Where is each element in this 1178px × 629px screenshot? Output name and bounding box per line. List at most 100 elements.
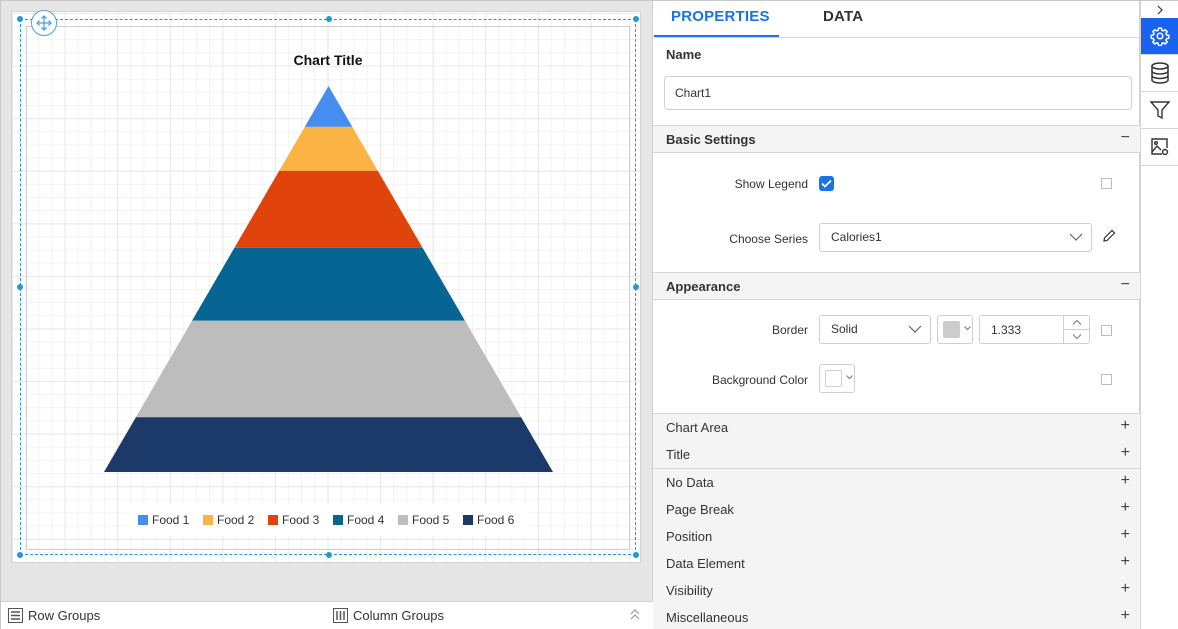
chevron-right-icon <box>1157 5 1163 14</box>
legend-marker <box>268 515 278 525</box>
section-data-element[interactable]: Data Element + <box>653 550 1140 578</box>
background-color-picker[interactable] <box>819 364 855 393</box>
row-groups-label: Row Groups <box>28 608 101 623</box>
expand-icon[interactable]: + <box>1121 607 1130 625</box>
chart-title: Chart Title <box>294 52 363 68</box>
name-input[interactable] <box>664 76 1132 110</box>
checkmark-icon <box>821 179 832 188</box>
design-canvas: Chart Title Food 1 Food 2 Food 3 Food 4 Food… <box>1 1 653 601</box>
expand-icon[interactable]: + <box>1121 444 1130 462</box>
chevron-down-icon <box>964 326 971 331</box>
expand-icon[interactable]: + <box>1121 580 1130 598</box>
choose-series-label: Choose Series <box>729 232 808 246</box>
section-title: Position <box>666 529 713 544</box>
section-no-data[interactable]: No Data + <box>653 469 1140 497</box>
filter-button[interactable] <box>1141 92 1178 129</box>
choose-series-dropdown[interactable]: Calories1 <box>819 223 1092 252</box>
report-designer: Chart Title Food 1 Food 2 Food 3 Food 4 Food… <box>0 0 1178 629</box>
pyramid-segment-4[interactable] <box>192 247 465 321</box>
collapse-panel-button[interactable] <box>1141 1 1178 18</box>
chevron-down-icon <box>846 375 853 380</box>
border-label: Border <box>771 323 808 337</box>
image-settings-icon <box>1151 138 1169 156</box>
background-color-label: Background Color <box>711 373 808 387</box>
filter-icon <box>1150 101 1170 120</box>
pyramid-segment-3[interactable] <box>234 170 423 248</box>
legend-marker <box>333 515 343 525</box>
pyramid-segments <box>104 86 553 472</box>
expand-icon[interactable]: + <box>1121 472 1130 490</box>
legend-label[interactable]: Food 6 <box>477 513 515 527</box>
legend-label[interactable]: Food 4 <box>347 513 385 527</box>
section-appearance[interactable]: Appearance − <box>653 272 1140 300</box>
gear-icon <box>1150 27 1170 46</box>
column-groups-label: Column Groups <box>353 608 445 623</box>
properties-panel: PROPERTIES DATA Name Basic Settings − Sh… <box>653 1 1140 629</box>
legend-marker <box>398 515 408 525</box>
section-position[interactable]: Position + <box>653 523 1140 551</box>
show-legend-checkbox[interactable] <box>819 176 834 191</box>
expand-groups-button[interactable] <box>629 608 641 627</box>
pyramid-chart: Chart Title Food 1 Food 2 Food 3 Food 4 Food… <box>104 52 553 536</box>
pyramid-segment-2[interactable] <box>279 126 378 171</box>
collapse-icon[interactable]: − <box>1121 276 1130 294</box>
border-color-swatch <box>943 321 960 338</box>
border-width-spinner <box>1063 316 1090 343</box>
section-title-props[interactable]: Title + <box>653 441 1140 469</box>
expand-icon[interactable]: + <box>1121 526 1130 544</box>
chevron-down-icon <box>908 325 922 333</box>
border-width-input[interactable]: 1.333 <box>979 315 1090 344</box>
pyramid-segment-5[interactable] <box>135 320 522 418</box>
properties-settings-button[interactable] <box>1141 18 1178 55</box>
border-width-value: 1.333 <box>991 323 1022 337</box>
column-groups-button[interactable]: Column Groups <box>333 608 444 623</box>
legend-label[interactable]: Food 5 <box>412 513 450 527</box>
panel-tabs: PROPERTIES DATA <box>653 1 1140 38</box>
show-legend-expression-checkbox[interactable] <box>1101 178 1112 189</box>
background-color-expression-checkbox[interactable] <box>1101 374 1112 385</box>
border-expression-checkbox[interactable] <box>1101 325 1112 336</box>
section-miscellaneous[interactable]: Miscellaneous + <box>653 604 1140 629</box>
section-title: Appearance <box>666 279 741 294</box>
section-title: Page Break <box>666 502 734 517</box>
section-chart-area[interactable]: Chart Area + <box>653 414 1140 442</box>
data-source-button[interactable] <box>1141 55 1178 92</box>
expand-icon[interactable]: + <box>1121 499 1130 517</box>
tab-properties[interactable]: PROPERTIES <box>671 8 770 25</box>
section-visibility[interactable]: Visibility + <box>653 577 1140 605</box>
border-style-dropdown[interactable]: Solid <box>819 315 931 344</box>
chevron-down-icon <box>1069 233 1083 241</box>
edit-series-button[interactable] <box>1101 228 1117 249</box>
spin-down-icon[interactable] <box>1072 333 1082 340</box>
groups-bar: Row Groups Column Groups <box>1 601 653 629</box>
pyramid-segment-6[interactable] <box>104 417 553 472</box>
pencil-icon <box>1103 229 1116 242</box>
expand-icon[interactable]: + <box>1121 553 1130 571</box>
spin-up-icon[interactable] <box>1072 319 1082 326</box>
legend-label[interactable]: Food 2 <box>217 513 255 527</box>
collapse-icon[interactable]: − <box>1121 129 1130 147</box>
section-title: Visibility <box>666 583 713 598</box>
section-basic-settings[interactable]: Basic Settings − <box>653 125 1140 153</box>
legend-marker <box>203 515 213 525</box>
background-color-swatch <box>825 370 842 387</box>
double-chevron-up-icon <box>630 609 640 620</box>
section-title: Chart Area <box>666 420 729 435</box>
row-groups-icon <box>8 608 23 623</box>
legend-marker <box>138 515 148 525</box>
border-color-picker[interactable] <box>937 315 973 344</box>
expand-icon[interactable]: + <box>1121 417 1130 435</box>
column-groups-icon <box>333 608 348 623</box>
panel-icon-bar <box>1140 1 1178 629</box>
legend-marker <box>463 515 473 525</box>
legend-label[interactable]: Food 1 <box>152 513 190 527</box>
image-settings-button[interactable] <box>1141 129 1178 166</box>
section-title: Data Element <box>666 556 745 571</box>
legend-label[interactable]: Food 3 <box>282 513 320 527</box>
row-groups-button[interactable]: Row Groups <box>8 608 100 623</box>
border-style-value: Solid <box>831 322 858 336</box>
tab-data[interactable]: DATA <box>823 8 863 25</box>
pyramid-segment-1[interactable] <box>304 86 353 127</box>
active-tab-indicator <box>654 35 779 37</box>
section-page-break[interactable]: Page Break + <box>653 496 1140 524</box>
